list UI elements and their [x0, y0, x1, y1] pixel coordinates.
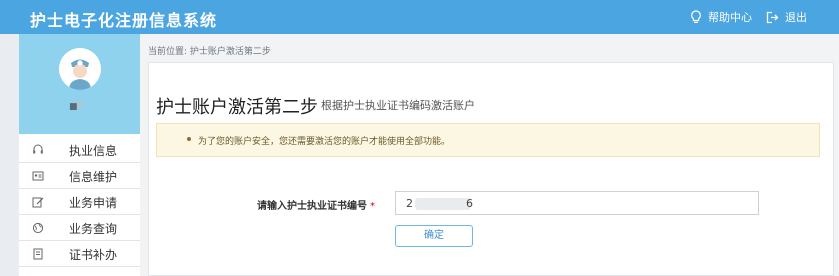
sidebar-item-label: 执业信息 — [69, 143, 118, 158]
breadcrumb-prefix: 当前位置: — [148, 47, 188, 57]
edit-icon — [27, 196, 49, 208]
help-center-link[interactable]: 帮助中心 — [690, 9, 752, 25]
user-profile: ■ — [19, 34, 140, 134]
id-card-icon — [27, 170, 49, 182]
headset-icon — [27, 144, 49, 156]
globe-icon — [27, 222, 49, 234]
help-center-label: 帮助中心 — [708, 11, 752, 24]
page-title: 护士账户激活第二步 — [156, 97, 318, 118]
main-content: 当前位置: 护士账户激活第二步 护士账户激活第二步 根据护士执业证书编码激活账户… — [140, 34, 839, 276]
sidebar-item-business-query[interactable]: 业务查询 — [19, 216, 140, 241]
license-number-label: 请输入护士执业证书编号 * — [257, 197, 375, 212]
bullet-dot-icon — [187, 137, 191, 141]
security-notice: 为了您的账户安全，您还需要激活您的账户才能使用全部功能。 — [156, 123, 820, 157]
sidebar-item-label: 信息维护 — [69, 169, 118, 184]
app-title: 护士电子化注册信息系统 — [30, 11, 218, 30]
breadcrumb-current: 护士账户激活第二步 — [189, 47, 271, 57]
notice-text: 为了您的账户安全，您还需要激活您的账户才能使用全部功能。 — [198, 137, 451, 147]
required-mark: * — [370, 201, 375, 212]
sidebar: ■ 执业信息 信息维护 业务申请 业务查询 证书补办 — [19, 34, 140, 276]
logout-icon — [766, 11, 779, 24]
top-header: 护士电子化注册信息系统 帮助中心 退出 — [0, 0, 839, 34]
username: ■ — [69, 102, 78, 112]
lightbulb-icon — [690, 10, 702, 24]
sidebar-item-label: 证书补办 — [69, 247, 118, 262]
confirm-button[interactable]: 确定 — [395, 225, 473, 247]
activation-panel: 护士账户激活第二步 根据护士执业证书编码激活账户 为了您的账户安全，您还需要激活… — [148, 62, 834, 276]
sidebar-item-info-maintenance[interactable]: 信息维护 — [19, 164, 140, 189]
license-number-input[interactable]: 2 6 — [395, 191, 759, 215]
license-number-value-start: 2 — [406, 197, 414, 210]
license-number-value-end: 6 — [466, 197, 473, 210]
sidebar-item-practice-info[interactable]: 执业信息 — [19, 138, 140, 163]
license-number-label-text: 请输入护士执业证书编号 — [257, 201, 367, 212]
nurse-avatar-icon — [59, 48, 101, 90]
logout-link[interactable]: 退出 — [766, 9, 807, 25]
sidebar-item-label: 业务查询 — [69, 221, 118, 236]
certificate-icon — [27, 248, 49, 260]
logout-label: 退出 — [785, 11, 807, 24]
masked-value-blur — [415, 198, 471, 210]
sidebar-item-label: 业务申请 — [69, 195, 118, 210]
breadcrumb: 当前位置: 护士账户激活第二步 — [148, 44, 271, 57]
avatar[interactable] — [59, 48, 101, 90]
sidebar-item-certificate-reissue[interactable]: 证书补办 — [19, 242, 140, 267]
page-subtitle: 根据护士执业证书编码激活账户 — [321, 99, 475, 112]
sidebar-item-business-apply[interactable]: 业务申请 — [19, 190, 140, 215]
